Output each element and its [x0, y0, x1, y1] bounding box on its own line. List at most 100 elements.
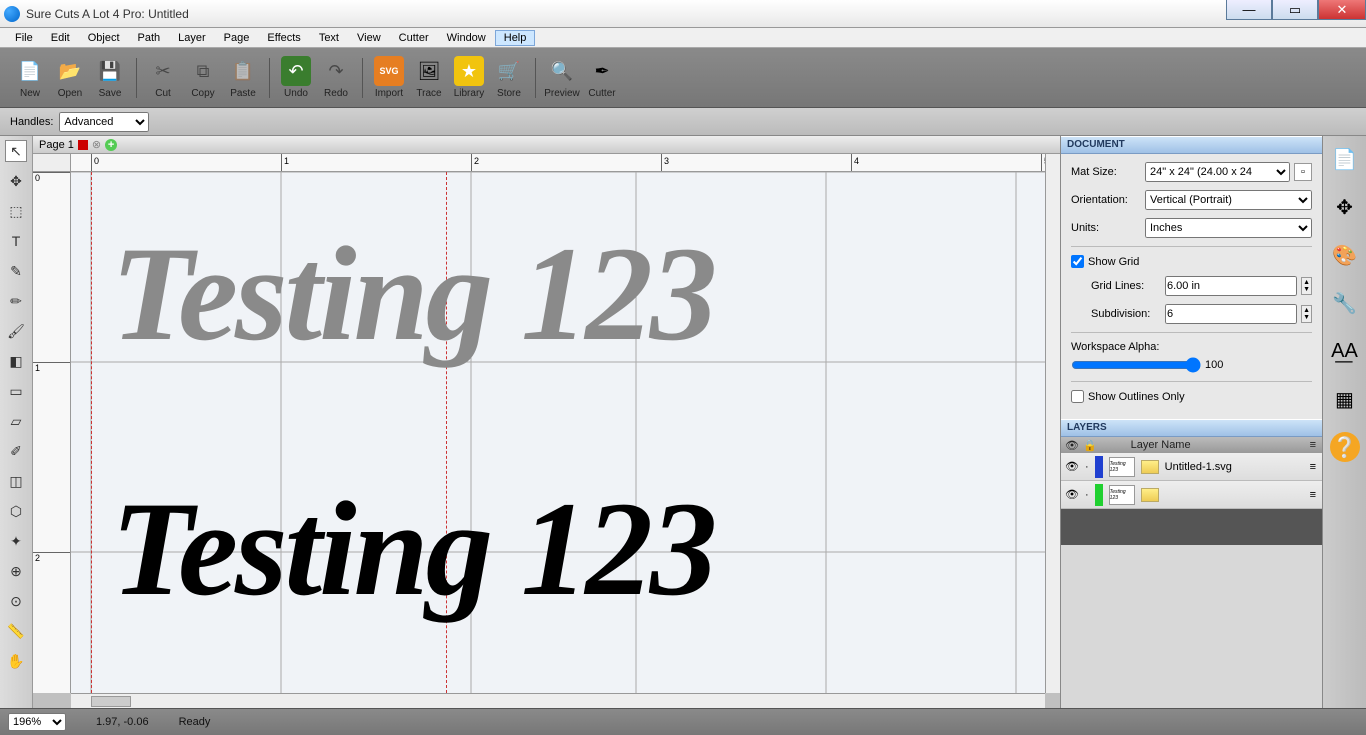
toolbar-label: Library: [454, 88, 485, 99]
canvas[interactable]: Testing 123 Testing 123: [71, 172, 1045, 693]
subdivision-stepper[interactable]: ▲▼: [1301, 305, 1312, 323]
guide-line[interactable]: [91, 172, 92, 693]
palette-tab-icon[interactable]: 🎨: [1330, 240, 1360, 270]
store-icon: 🛒: [494, 56, 524, 86]
layers-tab-icon[interactable]: ▦: [1330, 384, 1360, 414]
page-label[interactable]: Page 1: [39, 139, 74, 151]
tool-0[interactable]: ↖: [5, 140, 27, 162]
gridlines-stepper[interactable]: ▲▼: [1301, 277, 1312, 295]
tool-11[interactable]: ◫: [5, 470, 27, 492]
help-tab-icon[interactable]: ❔: [1330, 432, 1360, 462]
eye-icon[interactable]: 👁: [1065, 460, 1079, 473]
layers-panel-header[interactable]: LAYERS: [1061, 419, 1322, 437]
menu-path[interactable]: Path: [129, 30, 170, 46]
toolbar-cutter-button[interactable]: ✒Cutter: [582, 56, 622, 99]
menu-text[interactable]: Text: [310, 30, 348, 46]
toolbar-new-button[interactable]: 📄New: [10, 56, 50, 99]
ruler-tick: 4: [851, 154, 859, 172]
units-select[interactable]: Inches: [1145, 218, 1312, 238]
tool-15[interactable]: ⊙: [5, 590, 27, 612]
tool-13[interactable]: ✦: [5, 530, 27, 552]
add-page-icon[interactable]: +: [105, 139, 117, 151]
menu-help[interactable]: Help: [495, 30, 536, 46]
menu-layer[interactable]: Layer: [169, 30, 215, 46]
tool-1[interactable]: ✥: [5, 170, 27, 192]
document-panel-header[interactable]: DOCUMENT: [1061, 136, 1322, 154]
tool-14[interactable]: ⊕: [5, 560, 27, 582]
toolbar-paste-button[interactable]: 📋Paste: [223, 56, 263, 99]
layer-dot: ·: [1085, 461, 1089, 473]
menu-view[interactable]: View: [348, 30, 390, 46]
close-button[interactable]: ✕: [1318, 0, 1366, 20]
wrench-tab-icon[interactable]: 🔧: [1330, 288, 1360, 318]
eye-icon[interactable]: 👁: [1065, 488, 1079, 501]
outlines-only-label: Show Outlines Only: [1088, 391, 1185, 403]
canvas-text-black[interactable]: Testing 123: [111, 472, 714, 627]
workspace-alpha-slider[interactable]: [1071, 357, 1201, 373]
menu-window[interactable]: Window: [438, 30, 495, 46]
show-grid-checkbox[interactable]: [1071, 255, 1084, 268]
mat-size-select[interactable]: 24" x 24" (24.00 x 24: [1145, 162, 1290, 182]
tool-4[interactable]: ✎: [5, 260, 27, 282]
zoom-select[interactable]: 196%: [8, 713, 66, 731]
tool-9[interactable]: ▱: [5, 410, 27, 432]
text-tab-icon[interactable]: A͟A: [1330, 336, 1360, 366]
toolbar-preview-button[interactable]: 🔍Preview: [542, 56, 582, 99]
toolbar-redo-button[interactable]: ↷Redo: [316, 56, 356, 99]
minimize-button[interactable]: —: [1226, 0, 1272, 20]
tool-7[interactable]: ◧: [5, 350, 27, 372]
page-color-swatch[interactable]: [78, 140, 88, 150]
menu-page[interactable]: Page: [215, 30, 259, 46]
menu-cutter[interactable]: Cutter: [390, 30, 438, 46]
handles-select[interactable]: Advanced: [59, 112, 149, 132]
orientation-select[interactable]: Vertical (Portrait): [1145, 190, 1312, 210]
cursor-coords: 1.97, -0.06: [96, 716, 149, 728]
menu-object[interactable]: Object: [79, 30, 129, 46]
scrollbar-horizontal[interactable]: [71, 693, 1045, 708]
menu-edit[interactable]: Edit: [42, 30, 79, 46]
tool-3[interactable]: T: [5, 230, 27, 252]
toolbar-import-button[interactable]: SVGImport: [369, 56, 409, 99]
toolbar-save-button[interactable]: 💾Save: [90, 56, 130, 99]
outlines-only-checkbox[interactable]: [1071, 390, 1084, 403]
tool-17[interactable]: ✋: [5, 650, 27, 672]
tool-6[interactable]: 🖌: [5, 320, 27, 342]
layer-menu-icon[interactable]: ≡: [1310, 461, 1316, 473]
layer-name[interactable]: Untitled-1.svg: [1165, 461, 1232, 473]
mat-edit-icon[interactable]: ▫: [1294, 163, 1312, 181]
eye-icon: 👁: [1065, 439, 1079, 452]
layer-color[interactable]: [1095, 484, 1103, 506]
tool-10[interactable]: ✐: [5, 440, 27, 462]
toolbar-cut-button[interactable]: ✂Cut: [143, 56, 183, 99]
layers-header-row: 👁 🔒 Layer Name ≡: [1061, 437, 1322, 453]
layers-menu-icon[interactable]: ≡: [1310, 439, 1316, 451]
toolbar-library-button[interactable]: ★Library: [449, 56, 489, 99]
layer-dot: ·: [1085, 489, 1089, 501]
maximize-button[interactable]: ▭: [1272, 0, 1318, 20]
toolbar-open-button[interactable]: 📂Open: [50, 56, 90, 99]
toolbar-store-button[interactable]: 🛒Store: [489, 56, 529, 99]
tool-2[interactable]: ⬚: [5, 200, 27, 222]
move-tab-icon[interactable]: ✥: [1330, 192, 1360, 222]
gridlines-input[interactable]: [1165, 276, 1297, 296]
toolbar-undo-button[interactable]: ↶Undo: [276, 56, 316, 99]
tool-16[interactable]: 📏: [5, 620, 27, 642]
layer-color[interactable]: [1095, 456, 1103, 478]
menu-effects[interactable]: Effects: [258, 30, 309, 46]
toolbar-copy-button[interactable]: ⧉Copy: [183, 56, 223, 99]
document-tab-icon[interactable]: 📄: [1330, 144, 1360, 174]
canvas-text-gray[interactable]: Testing 123: [111, 217, 714, 372]
subdivision-input[interactable]: [1165, 304, 1297, 324]
tool-12[interactable]: ⬡: [5, 500, 27, 522]
scrollbar-vertical[interactable]: [1045, 154, 1060, 693]
menu-file[interactable]: File: [6, 30, 42, 46]
tool-5[interactable]: ✏: [5, 290, 27, 312]
layer-row[interactable]: 👁·Testing 123≡: [1061, 481, 1322, 509]
toolbar-trace-button[interactable]: 🖼Trace: [409, 56, 449, 99]
ruler-tick: 1: [281, 154, 289, 172]
close-page-icon[interactable]: ⊗: [92, 138, 101, 151]
tool-8[interactable]: ▭: [5, 380, 27, 402]
layer-row[interactable]: 👁·Testing 123Untitled-1.svg≡: [1061, 453, 1322, 481]
toolbar-label: New: [20, 88, 40, 99]
layer-menu-icon[interactable]: ≡: [1310, 489, 1316, 501]
